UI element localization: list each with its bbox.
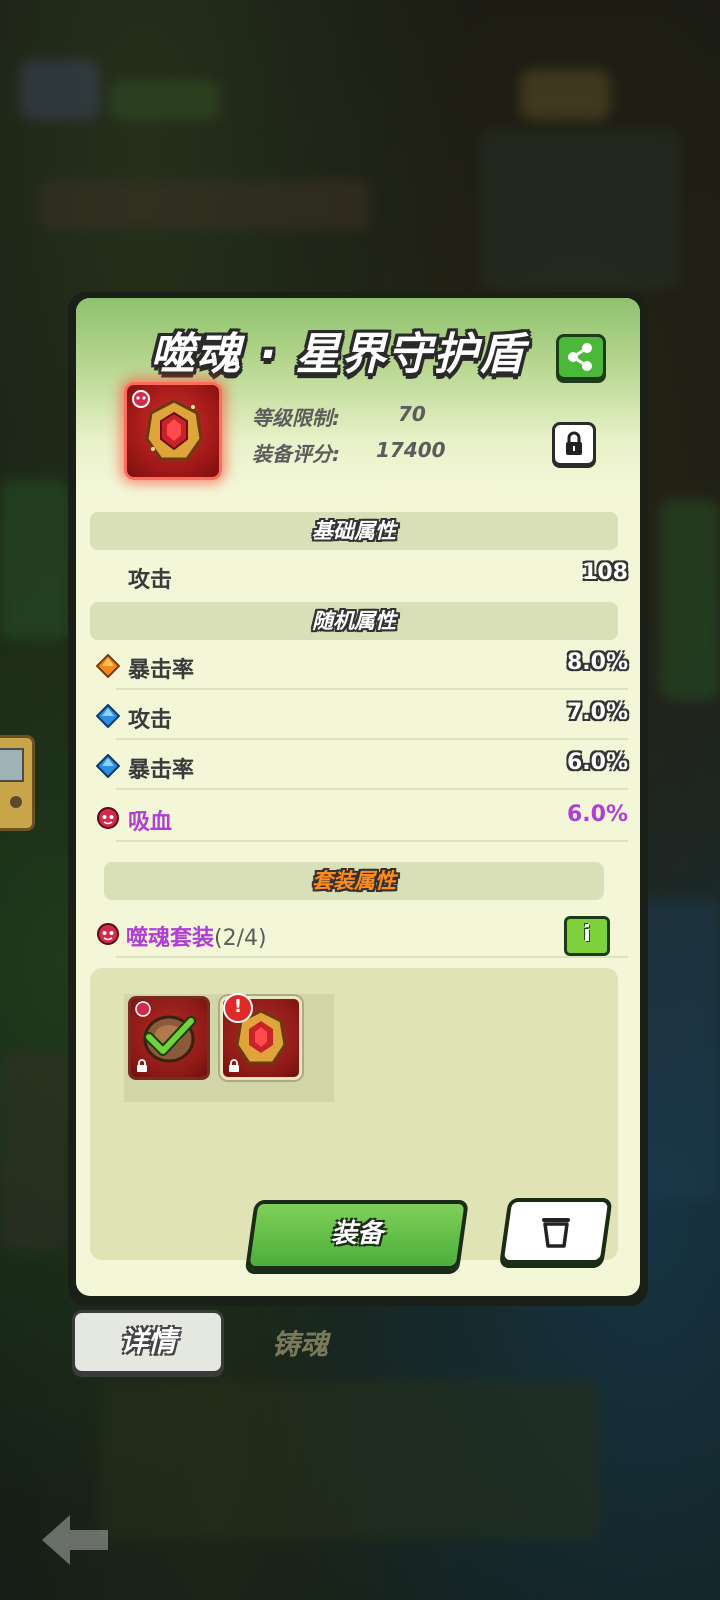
equip-score-label: 装备评分: xyxy=(252,442,340,466)
back-arrow-icon[interactable] xyxy=(40,1510,110,1570)
random-attr-row: 攻击 7.0% xyxy=(96,692,628,740)
set-name-text: 噬魂套装 xyxy=(126,926,215,951)
share-button[interactable] xyxy=(556,334,606,380)
basic-attr-row: 攻击 108 xyxy=(96,552,628,600)
stat-name: 攻击 xyxy=(128,568,173,593)
item-detail-panel: 噬魂 · 星界守护盾 等级限制: 70 装备评分: 17400 基础属性 攻击 … xyxy=(68,292,648,1306)
blue-diamond-icon xyxy=(96,704,120,728)
lock-button[interactable] xyxy=(552,422,596,466)
row-divider xyxy=(116,688,628,690)
stat-value: 8.0% xyxy=(566,650,628,675)
equip-button-label: 装备 xyxy=(331,1219,384,1249)
orange-diamond-icon xyxy=(96,654,120,678)
small-lock-icon xyxy=(137,1059,147,1072)
row-divider xyxy=(116,956,628,958)
equip-score-value: 17400 xyxy=(376,438,446,462)
random-attr-row: 暴击率 6.0% xyxy=(96,742,628,790)
side-widget-button xyxy=(10,796,22,808)
set-item-slot-current[interactable]: ! xyxy=(220,993,302,1080)
tab-details[interactable]: 详情 xyxy=(72,1310,224,1374)
row-divider xyxy=(116,840,628,842)
basic-attrs-header: 基础属性 xyxy=(90,512,618,550)
stat-value: 6.0% xyxy=(566,750,628,775)
alert-icon: ! xyxy=(223,993,253,1023)
item-title: 噬魂 · 星界守护盾 xyxy=(150,329,526,380)
blue-diamond-icon xyxy=(96,754,120,778)
soul-devour-badge-icon xyxy=(132,390,150,408)
stat-name: 攻击 xyxy=(128,708,173,733)
lock-icon xyxy=(566,431,582,455)
share-icon xyxy=(568,343,592,371)
row-divider xyxy=(116,738,628,740)
set-name-row: 噬魂套装(2/4) xyxy=(96,910,628,958)
stat-name: 吸血 xyxy=(128,810,173,835)
trash-icon xyxy=(542,1218,570,1248)
item-icon xyxy=(124,382,222,480)
random-attr-row: 暴击率 8.0% xyxy=(96,642,628,690)
random-attrs-header: 随机属性 xyxy=(90,602,618,640)
stat-value: 7.0% xyxy=(566,700,628,725)
stat-name: 暴击率 xyxy=(128,758,195,783)
side-widget-screen xyxy=(0,748,24,782)
equip-button[interactable]: 装备 xyxy=(245,1200,469,1270)
side-widget[interactable] xyxy=(0,735,35,831)
soul-devour-icon xyxy=(97,923,119,945)
level-limit-value: 70 xyxy=(398,402,426,426)
stat-value: 108 xyxy=(582,560,628,585)
set-attrs-header: 套装属性 xyxy=(104,862,604,900)
soul-devour-icon xyxy=(97,807,119,829)
set-item-slot[interactable] xyxy=(128,996,210,1080)
set-progress: (2/4) xyxy=(214,926,267,951)
small-lock-icon xyxy=(229,1059,239,1072)
stat-value: 6.0% xyxy=(566,802,628,827)
random-attr-row: 吸血 6.0% xyxy=(96,794,628,842)
shield-gem-icon xyxy=(145,399,203,461)
row-divider xyxy=(116,788,628,790)
level-limit-label: 等级限制: xyxy=(252,406,340,430)
set-name: 噬魂套装(2/4) xyxy=(126,920,267,952)
tab-soul-forge[interactable]: 铸魂 xyxy=(250,1316,350,1374)
item-detail-content: 噬魂 · 星界守护盾 等级限制: 70 装备评分: 17400 基础属性 攻击 … xyxy=(76,298,640,1296)
discard-button[interactable] xyxy=(499,1198,613,1264)
stat-name: 暴击率 xyxy=(128,658,195,683)
set-info-button[interactable]: i xyxy=(564,916,610,956)
